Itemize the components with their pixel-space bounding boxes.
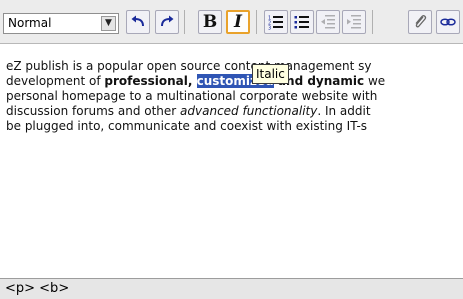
- editor-toolbar: Normal ▼ B I 1 2 3: [0, 0, 463, 44]
- bold-text: professional: [104, 74, 188, 88]
- bullet-list-icon: [294, 16, 309, 29]
- ordered-list-button[interactable]: 1 2 3: [264, 10, 288, 34]
- undo-button[interactable]: [126, 10, 150, 34]
- text-line: development of professional, customized …: [6, 74, 463, 89]
- bold-button[interactable]: B: [198, 10, 222, 34]
- attachment-button[interactable]: [408, 10, 432, 34]
- text-run: . In addit: [317, 104, 371, 118]
- text-run: development of: [6, 74, 105, 88]
- text-line: be plugged into, communicate and coexist…: [6, 119, 368, 133]
- text-line: personal homepage to a multinational cor…: [6, 89, 378, 103]
- redo-icon: [161, 15, 174, 27]
- element-path-statusbar: <p> <b>: [0, 278, 463, 299]
- text-run: discussion forums and other: [6, 104, 181, 118]
- toolbar-separator: [372, 10, 373, 34]
- indent-icon: [347, 15, 361, 29]
- toolbar-separator: [256, 10, 257, 34]
- bold-text: ,: [187, 74, 197, 88]
- toolbar-separator: [184, 10, 185, 34]
- text-line: eZ publish is a popular open source cont…: [6, 59, 372, 73]
- indent-button[interactable]: [342, 10, 366, 34]
- italic-icon: I: [234, 12, 242, 32]
- link-button[interactable]: [436, 10, 460, 34]
- italic-button[interactable]: I: [226, 10, 250, 34]
- undo-icon: [131, 15, 144, 27]
- text-line: discussion forums and other advanced fun…: [6, 104, 463, 119]
- element-path[interactable]: <p> <b>: [5, 281, 69, 296]
- dropdown-arrow-icon[interactable]: ▼: [101, 16, 116, 31]
- bold-text: and dynamic: [277, 74, 365, 88]
- outdent-icon: [321, 15, 335, 29]
- outdent-button[interactable]: [316, 10, 340, 34]
- text-run: we: [364, 74, 386, 88]
- svg-text:3: 3: [268, 26, 271, 31]
- rich-text-editor: Normal ▼ B I 1 2 3 eZ publish is a popul…: [0, 0, 463, 299]
- italic-text: advanced functionality: [180, 104, 318, 118]
- editor-content-area[interactable]: eZ publish is a popular open source cont…: [0, 45, 463, 278]
- link-icon: [440, 18, 456, 26]
- paragraph-style-select[interactable]: Normal ▼: [3, 13, 119, 34]
- bullet-list-button[interactable]: [290, 10, 314, 34]
- redo-button[interactable]: [155, 10, 179, 34]
- paperclip-icon: [415, 15, 427, 28]
- ordered-list-icon: 1 2 3: [268, 16, 283, 31]
- bold-icon: B: [202, 12, 218, 32]
- italic-tooltip: Italic: [252, 64, 289, 84]
- paragraph-style-value: Normal: [8, 16, 52, 30]
